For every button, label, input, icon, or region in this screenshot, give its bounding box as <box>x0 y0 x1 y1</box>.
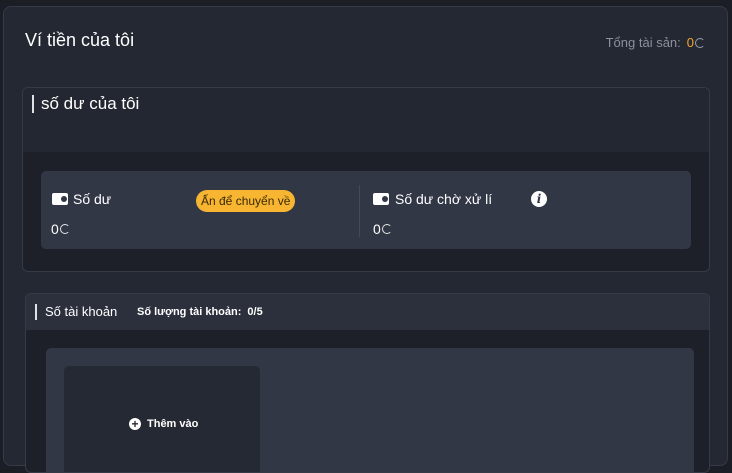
section-marker <box>35 304 37 320</box>
plus-icon: + <box>129 418 141 430</box>
transfer-button[interactable]: Ấn để chuyển về <box>196 190 296 212</box>
balance-section: số dư của tôi Số dư Ấn để chuyển về 0 Số… <box>22 87 710 272</box>
account-count-value: 0/5 <box>247 306 263 318</box>
balance-cards: Số dư Ấn để chuyển về 0 Số dư chờ xử lí … <box>41 171 691 249</box>
wallet-icon <box>373 193 389 205</box>
coin-icon <box>59 224 70 234</box>
balance-amount-value: 0 <box>51 221 59 237</box>
total-assets: Tổng tài sản: 0 <box>606 35 705 50</box>
wallet-panel: Ví tiền của tôi Tổng tài sản: 0 số dư củ… <box>3 6 728 473</box>
accounts-area: + Thêm vào <box>46 348 694 472</box>
balance-section-header: số dư của tôi <box>23 88 709 152</box>
info-icon[interactable]: i <box>531 191 547 207</box>
coin-icon <box>695 37 705 48</box>
accounts-section: Số tài khoản Số lượng tài khoản: 0/5 + Th… <box>25 293 710 473</box>
accounts-section-header: Số tài khoản Số lượng tài khoản: 0/5 <box>26 294 709 330</box>
add-account-label: Thêm vào <box>147 418 199 430</box>
balance-label: Số dư <box>73 191 112 207</box>
pending-label: Số dư chờ xử lí <box>395 191 493 207</box>
account-count: Số lượng tài khoản: 0/5 <box>137 306 263 318</box>
coin-icon <box>381 224 392 234</box>
balance-section-title: số dư của tôi <box>41 94 140 113</box>
wallet-icon <box>52 193 68 205</box>
accounts-section-title: Số tài khoản <box>45 304 118 319</box>
total-assets-label: Tổng tài sản: <box>605 35 681 50</box>
page-title: Ví tiền của tôi <box>25 30 135 50</box>
total-assets-value: 0 <box>686 35 694 50</box>
balance-amount: 0 <box>51 221 70 237</box>
section-marker <box>32 95 34 113</box>
pending-card: Số dư chờ xử lí i 0 <box>359 171 691 249</box>
add-account-button[interactable]: + Thêm vào <box>64 366 260 472</box>
pending-amount: 0 <box>373 221 392 237</box>
add-account-content: + Thêm vào <box>129 418 198 430</box>
pending-amount-value: 0 <box>373 221 381 237</box>
account-count-label: Số lượng tài khoản: <box>137 306 242 318</box>
balance-card: Số dư Ấn để chuyển về 0 <box>41 171 359 249</box>
